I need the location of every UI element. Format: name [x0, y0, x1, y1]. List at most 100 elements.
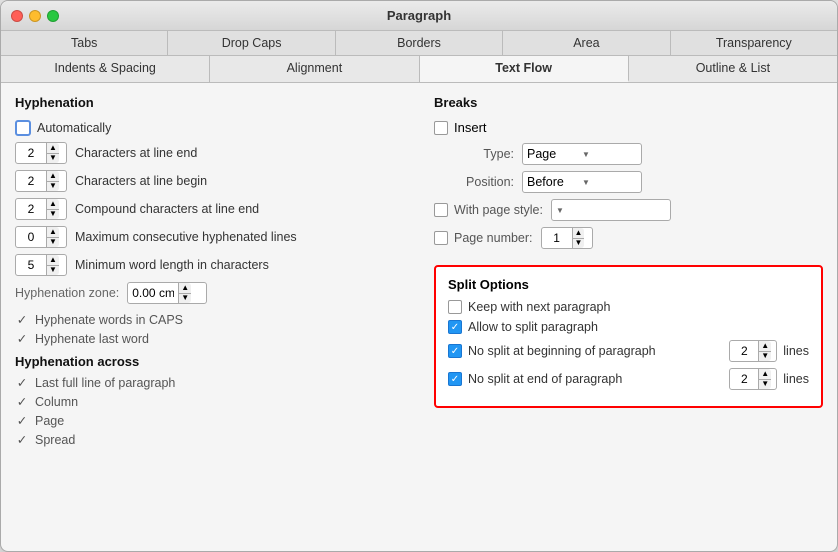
- chars-line-begin-input[interactable]: [16, 174, 46, 188]
- no-split-begin-checkbox[interactable]: ✓: [448, 344, 462, 358]
- compound-chars-input[interactable]: [16, 202, 46, 216]
- position-value: Before: [527, 175, 582, 189]
- across-last-full-check: ✓: [15, 375, 29, 390]
- insert-checkbox[interactable]: [434, 121, 448, 135]
- page-number-checkbox[interactable]: [434, 231, 448, 245]
- across-page-check: ✓: [15, 413, 29, 428]
- max-consecutive-spinner[interactable]: ▲ ▼: [15, 226, 67, 248]
- max-consecutive-row: ▲ ▼ Maximum consecutive hyphenated lines: [15, 226, 404, 248]
- breaks-section: Breaks Insert Type: Page ▼ Position: Bef…: [434, 95, 823, 249]
- automatically-label: Automatically: [37, 121, 111, 135]
- max-consecutive-down[interactable]: ▼: [47, 238, 59, 248]
- position-select-arrow: ▼: [582, 178, 637, 187]
- chars-line-end-label: Characters at line end: [75, 146, 197, 160]
- page-style-checkbox[interactable]: [434, 203, 448, 217]
- min-word-length-input[interactable]: [16, 258, 46, 272]
- maximize-button[interactable]: [47, 10, 59, 22]
- page-style-arrow: ▼: [556, 206, 564, 215]
- min-word-length-label: Minimum word length in characters: [75, 258, 269, 272]
- tab-text-flow[interactable]: Text Flow: [420, 56, 629, 82]
- page-number-up[interactable]: ▲: [573, 228, 585, 239]
- type-select-arrow: ▼: [582, 150, 637, 159]
- chars-line-end-input[interactable]: [16, 146, 46, 160]
- page-style-row: With page style: ▼: [434, 199, 823, 221]
- no-split-begin-input[interactable]: [730, 344, 758, 358]
- dialog-title: Paragraph: [387, 8, 451, 23]
- no-split-end-down[interactable]: ▼: [759, 380, 771, 390]
- hyphenate-last-item: ✓ Hyphenate last word: [15, 331, 404, 346]
- zone-spinner[interactable]: ▲ ▼: [127, 282, 207, 304]
- no-split-begin-lines: lines: [783, 344, 809, 358]
- across-spread-label: Spread: [35, 433, 75, 447]
- hyphenate-last-label: Hyphenate last word: [35, 332, 149, 346]
- no-split-end-up[interactable]: ▲: [759, 369, 771, 380]
- page-style-label: With page style:: [454, 203, 543, 217]
- chars-line-begin-down[interactable]: ▼: [47, 182, 59, 192]
- tabs-row1: Tabs Drop Caps Borders Area Transparency: [1, 31, 837, 56]
- min-word-length-up[interactable]: ▲: [47, 255, 59, 266]
- chars-line-end-up[interactable]: ▲: [47, 143, 59, 154]
- allow-split-checkbox[interactable]: ✓: [448, 320, 462, 334]
- chars-line-end-spinner[interactable]: ▲ ▼: [15, 142, 67, 164]
- min-word-length-row: ▲ ▼ Minimum word length in characters: [15, 254, 404, 276]
- position-select[interactable]: Before ▼: [522, 171, 642, 193]
- page-number-spinner[interactable]: ▲ ▼: [541, 227, 593, 249]
- hyphenate-caps-check-icon: ✓: [15, 312, 29, 327]
- tab-area[interactable]: Area: [503, 31, 670, 55]
- zone-up[interactable]: ▲: [179, 283, 191, 294]
- paragraph-dialog: Paragraph Tabs Drop Caps Borders Area Tr…: [0, 0, 838, 552]
- zone-label: Hyphenation zone:: [15, 286, 119, 300]
- tab-transparency[interactable]: Transparency: [671, 31, 837, 55]
- no-split-begin-down[interactable]: ▼: [759, 352, 771, 362]
- no-split-end-row: ✓ No split at end of paragraph ▲ ▼ lines: [448, 368, 809, 390]
- automatically-checkbox[interactable]: [15, 120, 31, 136]
- close-button[interactable]: [11, 10, 23, 22]
- no-split-end-checkbox[interactable]: ✓: [448, 372, 462, 386]
- keep-next-checkbox[interactable]: [448, 300, 462, 314]
- chars-line-begin-row: ▲ ▼ Characters at line begin: [15, 170, 404, 192]
- tab-outline-list[interactable]: Outline & List: [629, 56, 837, 82]
- tab-borders[interactable]: Borders: [336, 31, 503, 55]
- window-buttons: [11, 10, 59, 22]
- no-split-end-label: No split at end of paragraph: [468, 372, 721, 386]
- chars-line-begin-up[interactable]: ▲: [47, 171, 59, 182]
- min-word-length-down[interactable]: ▼: [47, 266, 59, 276]
- max-consecutive-up[interactable]: ▲: [47, 227, 59, 238]
- max-consecutive-input[interactable]: [16, 230, 46, 244]
- tab-tabs[interactable]: Tabs: [1, 31, 168, 55]
- chars-line-end-row: ▲ ▼ Characters at line end: [15, 142, 404, 164]
- no-split-begin-up[interactable]: ▲: [759, 341, 771, 352]
- right-panel: Breaks Insert Type: Page ▼ Position: Bef…: [434, 95, 823, 539]
- keep-next-row: Keep with next paragraph: [448, 300, 809, 314]
- type-value: Page: [527, 147, 582, 161]
- chars-line-begin-spinner[interactable]: ▲ ▼: [15, 170, 67, 192]
- main-content: Hyphenation Automatically ▲ ▼ Characters…: [1, 83, 837, 551]
- type-select[interactable]: Page ▼: [522, 143, 642, 165]
- no-split-end-spinner[interactable]: ▲ ▼: [729, 368, 777, 390]
- tab-indents-spacing[interactable]: Indents & Spacing: [1, 56, 210, 82]
- tab-drop-caps[interactable]: Drop Caps: [168, 31, 335, 55]
- compound-chars-spinner[interactable]: ▲ ▼: [15, 198, 67, 220]
- chars-line-end-down[interactable]: ▼: [47, 154, 59, 164]
- compound-chars-up[interactable]: ▲: [47, 199, 59, 210]
- zone-input[interactable]: [128, 286, 178, 300]
- across-column-label: Column: [35, 395, 78, 409]
- min-word-length-spinner[interactable]: ▲ ▼: [15, 254, 67, 276]
- page-number-input[interactable]: [542, 231, 572, 245]
- position-label: Position:: [434, 175, 514, 189]
- no-split-begin-row: ✓ No split at beginning of paragraph ▲ ▼…: [448, 340, 809, 362]
- page-number-down[interactable]: ▼: [573, 239, 585, 249]
- breaks-title: Breaks: [434, 95, 823, 110]
- hyphenate-caps-item: ✓ Hyphenate words in CAPS: [15, 312, 404, 327]
- no-split-begin-spinner[interactable]: ▲ ▼: [729, 340, 777, 362]
- page-style-select[interactable]: ▼: [551, 199, 671, 221]
- tab-alignment[interactable]: Alignment: [210, 56, 419, 82]
- no-split-end-input[interactable]: [730, 372, 758, 386]
- minimize-button[interactable]: [29, 10, 41, 22]
- tabs-row2: Indents & Spacing Alignment Text Flow Ou…: [1, 56, 837, 83]
- across-last-full-item: ✓ Last full line of paragraph: [15, 375, 404, 390]
- max-consecutive-label: Maximum consecutive hyphenated lines: [75, 230, 297, 244]
- type-label: Type:: [434, 147, 514, 161]
- compound-chars-down[interactable]: ▼: [47, 210, 59, 220]
- zone-down[interactable]: ▼: [179, 294, 191, 304]
